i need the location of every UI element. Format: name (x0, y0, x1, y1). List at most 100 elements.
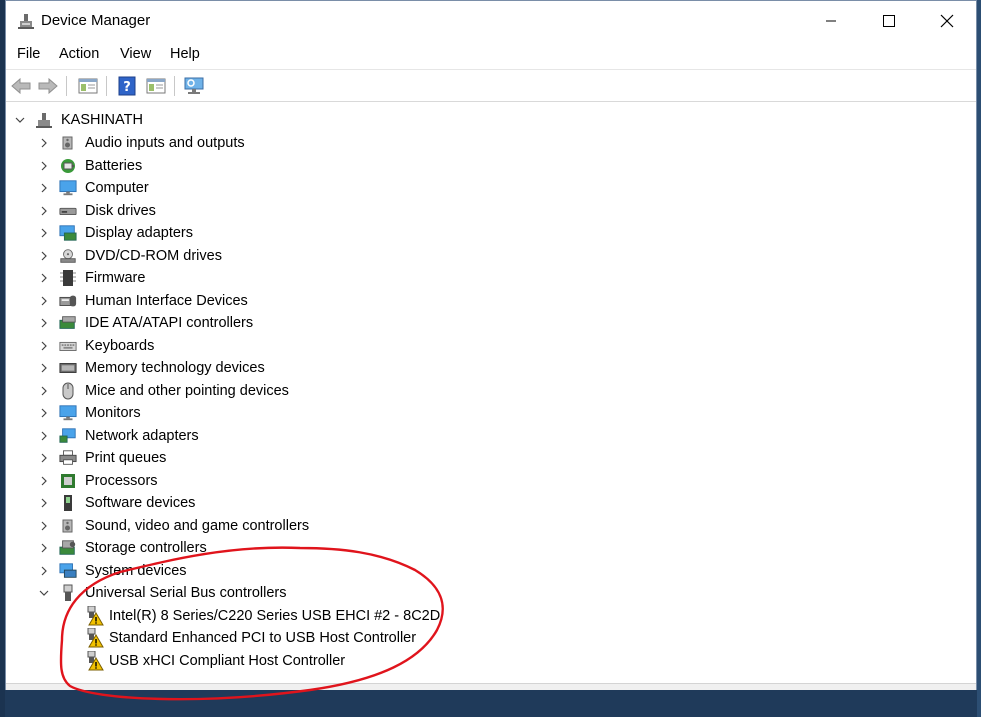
minimize-button[interactable] (808, 1, 854, 41)
tree-item-label: Computer (85, 180, 149, 196)
tree-item-computer[interactable]: Computer (6, 177, 426, 199)
tree-item-memory-technology-devices[interactable]: Memory technology devices (6, 357, 426, 379)
tree-item-system-devices[interactable]: System devices (6, 560, 426, 582)
usb-device-item[interactable]: USB xHCI Compliant Host Controller (6, 650, 446, 672)
menu-file[interactable]: File (17, 46, 40, 62)
chevron-right-icon[interactable] (38, 452, 50, 464)
chevron-right-icon[interactable] (38, 182, 50, 194)
ide-controller-icon (59, 314, 77, 332)
tree-item-network-adapters[interactable]: Network adapters (6, 425, 426, 447)
usb-device-item[interactable]: Intel(R) 8 Series/C220 Series USB EHCI #… (6, 605, 446, 627)
close-button[interactable] (924, 1, 970, 41)
chevron-down-icon[interactable] (38, 587, 50, 599)
menu-help[interactable]: Help (170, 46, 200, 62)
tree-item-ide-ata-atapi-controllers[interactable]: IDE ATA/ATAPI controllers (6, 312, 426, 334)
desktop-background-right (977, 0, 981, 717)
tree-item-label: Monitors (85, 405, 141, 421)
chevron-right-icon[interactable] (38, 385, 50, 397)
usb-warning-icon (84, 628, 104, 648)
show-hide-console-tree-icon[interactable] (76, 74, 100, 98)
keyboard-icon (59, 337, 77, 355)
chevron-right-icon[interactable] (38, 475, 50, 487)
chevron-right-icon[interactable] (38, 565, 50, 577)
tree-item-label: Memory technology devices (85, 360, 265, 376)
device-manager-window: Device Manager File Action View Help ? K… (5, 0, 977, 690)
chevron-right-icon[interactable] (38, 295, 50, 307)
tree-item-label: Network adapters (85, 427, 199, 444)
tree-item-human-interface-devices[interactable]: Human Interface Devices (6, 290, 426, 312)
back-icon[interactable] (9, 74, 33, 98)
memory-icon (59, 359, 77, 377)
tree-item-label: Mice and other pointing devices (85, 382, 289, 399)
chevron-right-icon[interactable] (38, 430, 50, 442)
chevron-right-icon[interactable] (38, 272, 50, 284)
tree-item-display-adapters[interactable]: Display adapters (6, 222, 426, 244)
properties-icon[interactable] (144, 74, 168, 98)
usb-device-label: Standard Enhanced PCI to USB Host Contro… (109, 630, 417, 646)
device-tree[interactable]: KASHINATH Audio inputs and outputs Batter… (6, 105, 976, 683)
tree-item-processors[interactable]: Processors (6, 470, 426, 492)
tree-item-keyboards[interactable]: Keyboards (6, 335, 426, 357)
speaker-icon (59, 134, 77, 152)
display-adapter-icon (59, 224, 77, 242)
menu-action[interactable]: Action (59, 46, 99, 62)
scan-hardware-icon[interactable] (182, 74, 206, 98)
tree-item-dvd-cd-rom-drives[interactable]: DVD/CD-ROM drives (6, 245, 426, 267)
chevron-right-icon[interactable] (38, 317, 50, 329)
chevron-right-icon[interactable] (38, 250, 50, 262)
chevron-right-icon[interactable] (38, 227, 50, 239)
title-bar[interactable]: Device Manager (6, 1, 976, 41)
status-bar (6, 683, 976, 690)
tree-root-label: KASHINATH (61, 112, 143, 128)
chevron-right-icon[interactable] (38, 407, 50, 419)
mouse-icon (59, 382, 77, 400)
menu-view[interactable]: View (120, 46, 151, 62)
chevron-down-icon[interactable] (14, 114, 26, 126)
tree-item-label: Disk drives (85, 202, 156, 219)
help-icon[interactable]: ? (115, 74, 139, 98)
chevron-right-icon[interactable] (38, 137, 50, 149)
tree-item-universal-serial-bus-controllers[interactable]: Universal Serial Bus controllers (6, 582, 426, 604)
tree-item-print-queues[interactable]: Print queues (6, 447, 426, 469)
usb-warning-icon (84, 605, 104, 626)
tree-item-label: Display adapters (85, 225, 193, 241)
svg-text:?: ? (123, 80, 131, 95)
tree-item-monitors[interactable]: Monitors (6, 402, 426, 424)
tree-item-label: Batteries (85, 157, 143, 174)
tree-item-mice-and-other-pointing-devices[interactable]: Mice and other pointing devices (6, 380, 426, 402)
usb-device-item[interactable]: Standard Enhanced PCI to USB Host Contro… (6, 627, 446, 649)
software-device-icon (59, 494, 77, 512)
hid-icon (59, 292, 77, 310)
tree-item-disk-drives[interactable]: Disk drives (6, 200, 426, 222)
chevron-right-icon[interactable] (38, 160, 50, 172)
usb-device-label: Intel(R) 8 Series/C220 Series USB EHCI #… (109, 607, 441, 624)
printer-icon (59, 449, 77, 467)
chevron-right-icon[interactable] (38, 520, 50, 532)
chevron-right-icon[interactable] (38, 362, 50, 374)
toolbar: ? (6, 69, 976, 102)
chevron-right-icon[interactable] (38, 205, 50, 217)
usb-device-label: USB xHCI Compliant Host Controller (109, 652, 346, 669)
tree-item-label: Audio inputs and outputs (85, 135, 245, 151)
tree-item-label: IDE ATA/ATAPI controllers (85, 315, 254, 331)
tree-item-sound-video-and-game-controllers[interactable]: Sound, video and game controllers (6, 515, 426, 537)
chevron-right-icon[interactable] (38, 497, 50, 509)
forward-icon[interactable] (36, 74, 60, 98)
speaker-icon (59, 517, 77, 535)
usb-warning-icon (84, 650, 104, 671)
maximize-button[interactable] (866, 1, 912, 41)
processor-icon (59, 472, 77, 490)
tree-item-audio-inputs-and-outputs[interactable]: Audio inputs and outputs (6, 132, 426, 154)
chevron-right-icon[interactable] (38, 542, 50, 554)
tree-item-storage-controllers[interactable]: Storage controllers (6, 537, 426, 559)
chevron-right-icon[interactable] (38, 340, 50, 352)
disk-drive-icon (59, 202, 77, 220)
tree-item-firmware[interactable]: Firmware (6, 267, 426, 289)
tree-item-batteries[interactable]: Batteries (6, 155, 426, 177)
chip-icon (59, 269, 77, 287)
tree-item-label: Human Interface Devices (85, 292, 248, 309)
monitor-icon (59, 179, 77, 197)
tree-item-label: DVD/CD-ROM drives (85, 247, 222, 264)
tree-root[interactable]: KASHINATH (6, 109, 406, 131)
tree-item-software-devices[interactable]: Software devices (6, 492, 426, 514)
